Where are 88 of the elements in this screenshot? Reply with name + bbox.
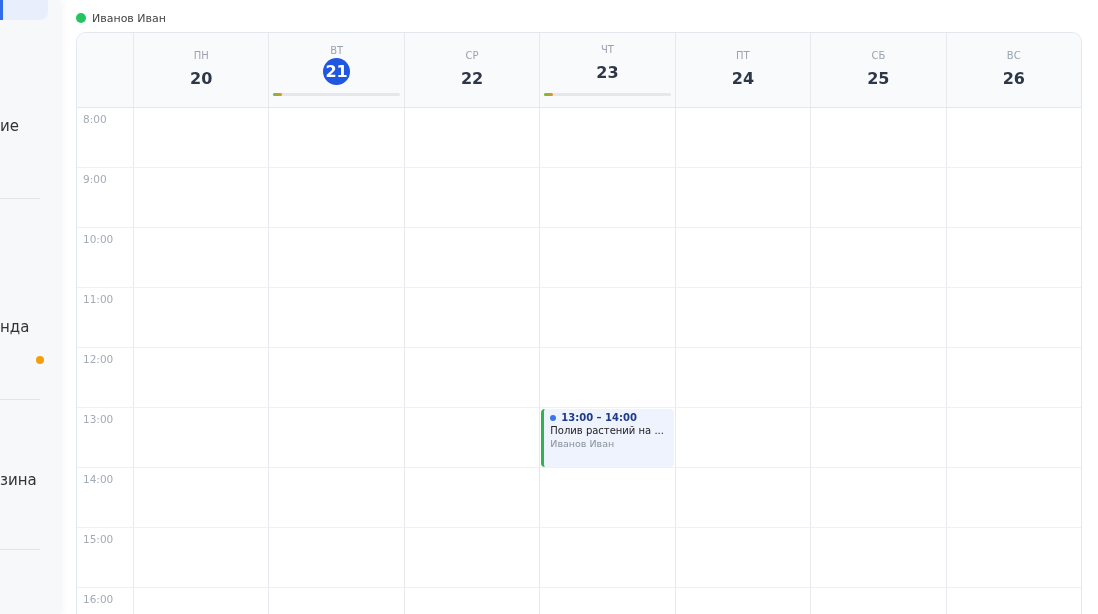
- today-date-badge[interactable]: 21: [323, 57, 351, 85]
- time-label: 15:00: [77, 528, 133, 588]
- calendar-cell[interactable]: [674, 108, 811, 168]
- sidebar-item[interactable]: ие: [0, 116, 60, 136]
- calendar-cell[interactable]: [810, 168, 946, 228]
- calendar-cell[interactable]: [403, 408, 540, 468]
- calendar-cell[interactable]: [945, 348, 1081, 408]
- calendar-cell[interactable]: [403, 288, 540, 348]
- weekday-label: СР: [465, 49, 479, 61]
- sidebar-item[interactable]: зина: [0, 470, 60, 490]
- time-label: 10:00: [77, 228, 133, 288]
- calendar-cell[interactable]: [945, 288, 1081, 348]
- time-label: 14:00: [77, 468, 133, 528]
- time-label: 8:00: [77, 108, 133, 168]
- weekday-label: ПТ: [736, 49, 750, 61]
- calendar-cell[interactable]: [810, 228, 946, 288]
- sidebar-item[interactable]: [0, 0, 48, 20]
- date-number[interactable]: 25: [867, 66, 890, 91]
- calendar-cell[interactable]: [674, 168, 811, 228]
- calendar-cell[interactable]: [403, 168, 540, 228]
- calendar-cell[interactable]: [674, 348, 811, 408]
- sidebar-item[interactable]: нда: [0, 317, 60, 337]
- calendar-cell[interactable]: [539, 168, 675, 228]
- weekday-label: ПН: [193, 49, 209, 61]
- calendar-cell[interactable]: [945, 228, 1081, 288]
- calendar-cell[interactable]: [945, 528, 1081, 588]
- calendar-cell[interactable]: [945, 468, 1081, 528]
- calendar-cell[interactable]: [403, 348, 540, 408]
- calendar-cell[interactable]: [268, 228, 404, 288]
- calendar-cell[interactable]: [133, 348, 269, 408]
- date-number[interactable]: 22: [460, 66, 484, 91]
- calendar-cell[interactable]: [268, 528, 404, 588]
- calendar-cell[interactable]: [539, 108, 675, 168]
- calendar-cell[interactable]: [133, 228, 269, 288]
- calendar-cell[interactable]: [268, 168, 404, 228]
- weekday-label: ЧТ: [601, 44, 614, 55]
- calendar-cell[interactable]: [810, 528, 946, 588]
- calendar-cell[interactable]: [539, 288, 675, 348]
- weekday-label: ВС: [1006, 49, 1021, 61]
- event-person: Иванов Иван: [550, 438, 616, 449]
- calendar-cell[interactable]: [674, 288, 811, 348]
- calendar-cell[interactable]: [539, 528, 675, 588]
- weekday-label: СБ: [871, 49, 886, 61]
- calendar-cell[interactable]: [133, 108, 269, 168]
- calendar-cell[interactable]: [268, 348, 404, 408]
- calendar-cell[interactable]: [539, 348, 675, 408]
- date-number[interactable]: 24: [731, 66, 755, 91]
- event-card[interactable]: 13:00 – 14:00 Полив растений на ... Иванов Иван: [541, 409, 674, 467]
- calendar-cell[interactable]: [810, 468, 946, 528]
- calendar-cell[interactable]: [945, 168, 1081, 228]
- time-label: 11:00: [77, 288, 133, 348]
- calendar-cell[interactable]: [674, 528, 811, 588]
- calendar-cell[interactable]: [133, 288, 269, 348]
- calendar-cell[interactable]: [674, 228, 811, 288]
- calendar-cell[interactable]: [133, 468, 269, 528]
- calendar-cell[interactable]: [403, 468, 540, 528]
- calendar-cell[interactable]: [268, 408, 404, 468]
- calendar-cell[interactable]: [268, 468, 404, 528]
- date-number[interactable]: 26: [1002, 66, 1025, 91]
- calendar-cell[interactable]: [403, 228, 540, 288]
- calendar-cell[interactable]: [403, 528, 540, 588]
- time-label: 16:00: [77, 588, 133, 614]
- time-label: 9:00: [77, 168, 133, 228]
- calendar-cell[interactable]: [810, 348, 946, 408]
- calendar-cell[interactable]: [133, 168, 269, 228]
- time-label: 13:00: [77, 408, 133, 468]
- calendar-cell[interactable]: [268, 108, 404, 168]
- time-label: 12:00: [77, 348, 133, 408]
- calendar-cell[interactable]: [539, 468, 675, 528]
- calendar-cell[interactable]: [810, 408, 946, 468]
- calendar-cell[interactable]: [945, 108, 1081, 168]
- calendar-cell[interactable]: [133, 528, 269, 588]
- calendar-cell[interactable]: [674, 468, 811, 528]
- calendar-cell[interactable]: [268, 288, 404, 348]
- dot-icon: [550, 414, 557, 421]
- event-time: 13:00 – 14:00: [561, 412, 637, 423]
- event-title: Полив растений на ...: [550, 425, 665, 436]
- legend-label: Иванов Иван: [92, 11, 166, 25]
- weekday-label: ВТ: [330, 44, 344, 56]
- date-number[interactable]: 23: [596, 61, 619, 85]
- calendar-cell[interactable]: [945, 408, 1081, 468]
- calendar-cell[interactable]: [133, 408, 269, 468]
- calendar-cell[interactable]: [810, 108, 946, 168]
- date-number[interactable]: 20: [190, 66, 213, 91]
- calendar-cell[interactable]: [539, 228, 675, 288]
- calendar-cell[interactable]: [403, 108, 540, 168]
- calendar-cell[interactable]: [810, 288, 946, 348]
- calendar-cell[interactable]: [674, 408, 811, 468]
